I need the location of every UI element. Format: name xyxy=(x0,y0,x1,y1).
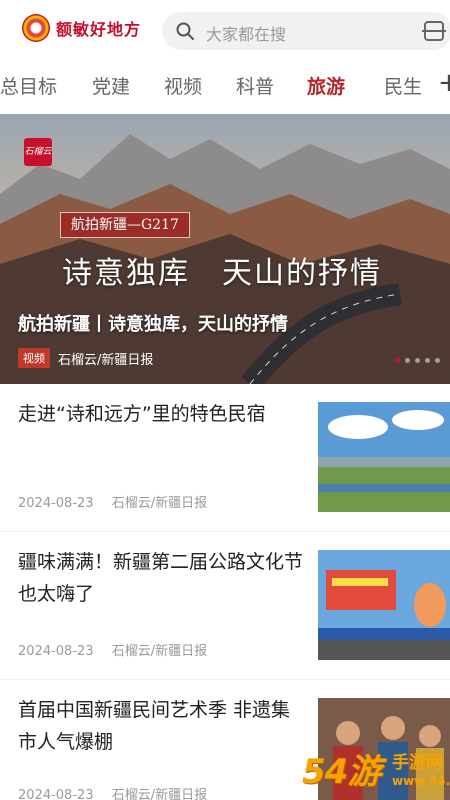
search-placeholder: 大家都在搜 xyxy=(206,25,287,44)
scan-icon[interactable] xyxy=(422,21,446,41)
tab-minsheng[interactable]: 民生 xyxy=(384,72,422,99)
banner-meta: 视频 石榴云/新疆日报 xyxy=(18,348,153,368)
news-source: 石榴云/新疆日报 xyxy=(111,788,208,800)
banner-overlay-text: 诗意独库 天山的抒情 xyxy=(62,256,382,291)
app-header: 额敏好地方 大家都在搜 xyxy=(0,0,450,60)
tab-zongmubiao[interactable]: 总目标 xyxy=(0,72,57,99)
news-thumbnail[interactable] xyxy=(318,402,450,512)
news-meta: 2024-08-23 石榴云/新疆日报 xyxy=(18,784,207,800)
carousel-dot[interactable] xyxy=(415,358,420,363)
carousel-dot[interactable] xyxy=(395,358,400,363)
carousel-dot[interactable] xyxy=(435,358,440,363)
news-meta: 2024-08-23 石榴云/新疆日报 xyxy=(18,640,207,659)
site-watermark: 54游 手游网 www.54.cn xyxy=(300,740,450,800)
banner-title[interactable]: 航拍新疆丨诗意独库，天山的抒情 xyxy=(18,310,288,336)
hero-banner[interactable]: 石榴云 航拍新疆—G217 诗意独库 天山的抒情 航拍新疆丨诗意独库，天山的抒情… xyxy=(0,114,450,384)
carousel-dots xyxy=(390,358,440,363)
watermark-text: 手游网 xyxy=(392,753,443,773)
news-item[interactable]: 疆味满满！新疆第二届公路文化节也太嗨了 2024-08-23 石榴云/新疆日报 xyxy=(0,532,450,680)
news-thumbnail[interactable] xyxy=(318,550,450,660)
tab-lvyou[interactable]: 旅游 xyxy=(307,72,345,99)
news-title[interactable]: 走进“诗和远方”里的特色民宿 xyxy=(18,398,303,430)
watermark-url: www.54.cn xyxy=(392,774,450,788)
search-icon xyxy=(176,22,194,40)
news-item[interactable]: 走进“诗和远方”里的特色民宿 2024-08-23 石榴云/新疆日报 xyxy=(0,384,450,532)
news-source: 石榴云/新疆日报 xyxy=(111,644,208,659)
news-date: 2024-08-23 xyxy=(18,496,94,511)
logo-icon xyxy=(22,14,50,42)
video-tag: 视频 xyxy=(18,348,50,368)
carousel-dot[interactable] xyxy=(405,358,410,363)
category-tabs: 总目标 党建 视频 科普 旅游 民生 + xyxy=(0,62,450,110)
news-date: 2024-08-23 xyxy=(18,644,94,659)
news-date: 2024-08-23 xyxy=(18,788,94,800)
news-source: 石榴云/新疆日报 xyxy=(111,496,208,511)
search-bar[interactable]: 大家都在搜 xyxy=(162,12,450,50)
news-title[interactable]: 首届中国新疆民间艺术季 非遗集市人气爆棚 xyxy=(18,694,303,758)
publisher-badge: 石榴云 xyxy=(24,138,52,166)
carousel-dot[interactable] xyxy=(425,358,430,363)
tab-dangjian[interactable]: 党建 xyxy=(92,72,130,99)
banner-subtitle: 航拍新疆—G217 xyxy=(60,212,190,238)
app-logo[interactable]: 额敏好地方 xyxy=(22,14,141,42)
news-title[interactable]: 疆味满满！新疆第二届公路文化节也太嗨了 xyxy=(18,546,303,610)
tab-kepu[interactable]: 科普 xyxy=(236,72,274,99)
watermark-brand: 54游 xyxy=(302,752,381,792)
banner-source: 石榴云/新疆日报 xyxy=(58,352,154,368)
news-meta: 2024-08-23 石榴云/新疆日报 xyxy=(18,492,207,511)
tab-shipin[interactable]: 视频 xyxy=(164,72,202,99)
app-name: 额敏好地方 xyxy=(56,20,142,39)
add-tab-button[interactable]: + xyxy=(438,68,450,98)
